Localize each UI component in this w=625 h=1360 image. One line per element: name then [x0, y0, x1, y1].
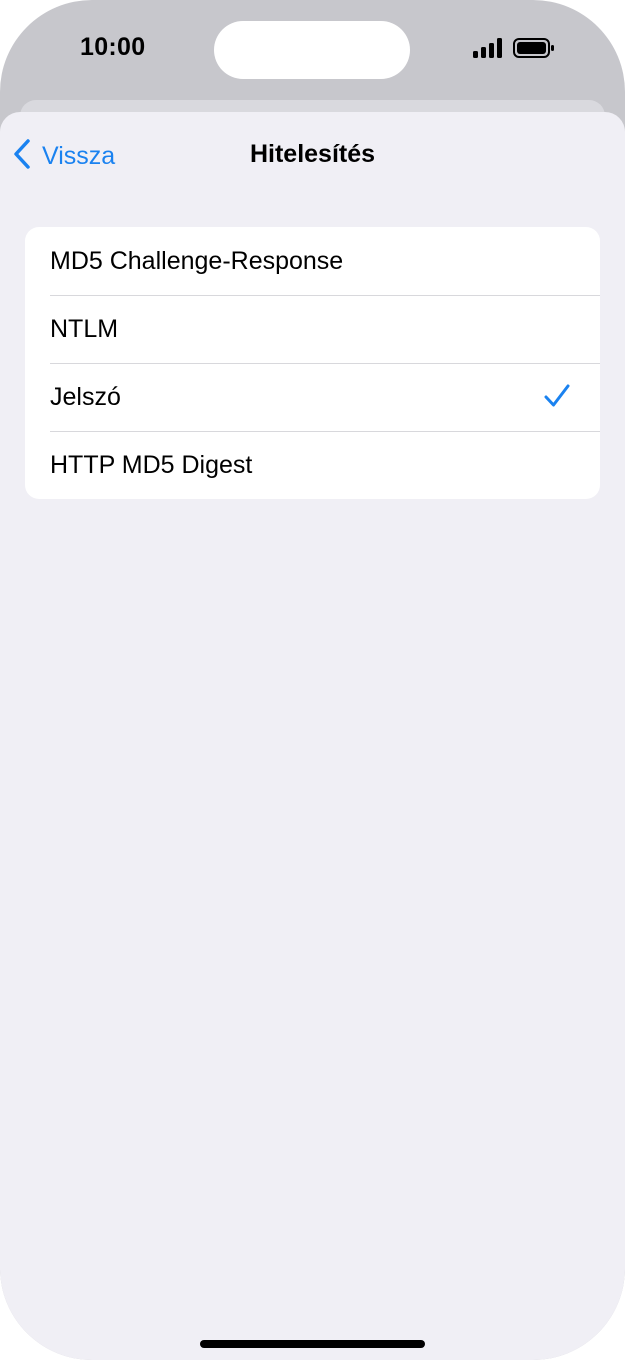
status-icons [473, 38, 555, 63]
list-item-ntlm[interactable]: NTLM [25, 295, 600, 363]
dynamic-island [214, 21, 410, 79]
home-indicator[interactable] [200, 1340, 425, 1348]
option-label: MD5 Challenge-Response [50, 246, 344, 275]
option-label: HTTP MD5 Digest [50, 450, 253, 479]
option-label: NTLM [50, 314, 119, 343]
status-bar: 10:00 [0, 0, 625, 100]
option-label: Jelszó [50, 382, 121, 411]
signal-icon [473, 38, 505, 63]
phone-screen: 10:00 Vissza Hitelesítés MD5 Challenge-R… [0, 0, 625, 1360]
status-time: 10:00 [80, 33, 146, 61]
auth-sheet: Vissza Hitelesítés MD5 Challenge-Respons… [0, 112, 625, 1360]
navigation-bar: Vissza Hitelesítés [0, 112, 625, 200]
checkmark-icon [544, 383, 570, 414]
list-item-http-md5-digest[interactable]: HTTP MD5 Digest [25, 431, 600, 499]
auth-options-list: MD5 Challenge-Response NTLM Jelszó HTTP … [25, 227, 600, 499]
list-item-jelszo[interactable]: Jelszó [25, 363, 600, 431]
list-item-md5-challenge-response[interactable]: MD5 Challenge-Response [25, 227, 600, 295]
battery-icon [513, 38, 555, 63]
page-title: Hitelesítés [249, 140, 376, 168]
